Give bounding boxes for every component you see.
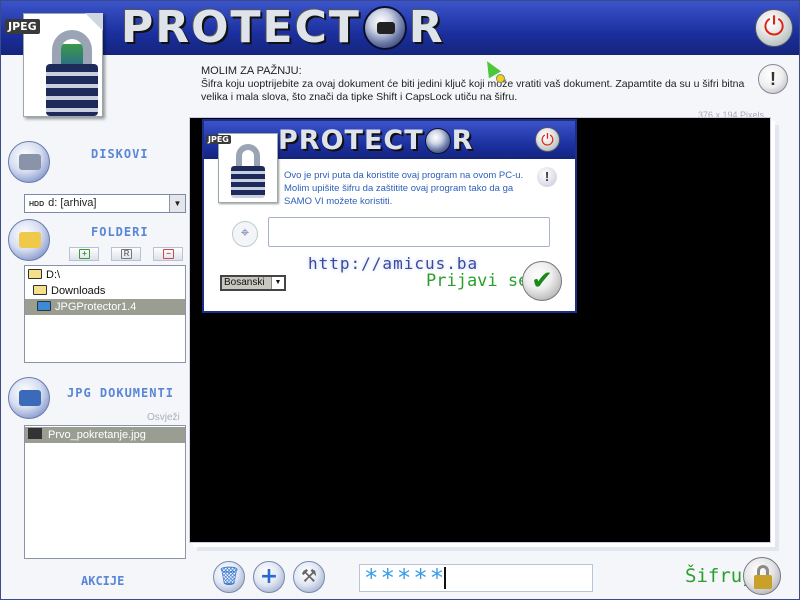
trash-icon[interactable]: 🗑 xyxy=(213,561,245,593)
dialog-power-button[interactable]: ⏻ xyxy=(535,127,560,152)
jpg-documents-label: JPG DOKUMENTI xyxy=(67,386,174,400)
chevron-down-icon[interactable]: ▼ xyxy=(271,277,284,289)
folder-open-icon xyxy=(37,301,51,311)
add-folder-icon: + xyxy=(79,249,90,259)
rename-folder-icon: R xyxy=(121,249,132,259)
chevron-down-icon[interactable]: ▼ xyxy=(169,195,185,212)
folders-label: FOLDERI xyxy=(91,225,149,239)
app-icon: JPEG xyxy=(5,5,109,121)
file-icon xyxy=(28,428,42,439)
rename-folder-button[interactable]: R xyxy=(111,247,141,261)
disk-icon xyxy=(8,141,50,183)
jpeg-badge: JPEG xyxy=(5,19,40,34)
busy-indicator-icon xyxy=(496,74,505,83)
text-caret xyxy=(444,567,447,589)
disks-label: DISKOVI xyxy=(91,147,149,161)
folder-icon xyxy=(33,285,47,295)
dialog-logo: PROTECT R xyxy=(278,125,474,156)
login-label[interactable]: Prijavi se xyxy=(426,271,528,291)
key-icon xyxy=(232,221,258,247)
tree-item-jpgprotector[interactable]: JPGProtector1.4 xyxy=(25,299,185,315)
refresh-link[interactable]: Osvježi xyxy=(147,412,180,423)
notice-text: Šifra koju uoptrijebite za ovaj dokument… xyxy=(201,78,745,103)
delete-folder-icon: − xyxy=(163,249,174,259)
power-button[interactable] xyxy=(755,9,793,47)
check-icon[interactable] xyxy=(522,261,562,301)
language-select[interactable]: Bosanski ▼ xyxy=(220,275,286,291)
hdd-icon: HDD xyxy=(29,201,45,208)
warning-icon: ! xyxy=(537,167,557,187)
drive-select[interactable]: HDD d: [arhiva] ▼ xyxy=(24,194,186,213)
folder-icon xyxy=(28,269,42,279)
file-list[interactable]: Prvo_pokretanje.jpg xyxy=(24,425,186,559)
tree-item-root[interactable]: D:\ xyxy=(28,267,60,283)
logo-text-left: PROTECT xyxy=(121,2,361,53)
tree-item-downloads[interactable]: Downloads xyxy=(33,283,105,299)
folder-icon xyxy=(8,219,50,261)
new-folder-button[interactable]: + xyxy=(69,247,99,261)
notice-title: MOLIM ZA PAŽNJU: xyxy=(201,65,302,77)
plus-icon[interactable]: + xyxy=(253,561,285,593)
drive-value: d: [arhiva] xyxy=(48,197,97,209)
lock-icon xyxy=(46,64,98,116)
warning-icon: ! xyxy=(758,64,788,94)
header-bar: PROTECT R xyxy=(1,1,799,55)
logo-text-right: R xyxy=(408,2,445,53)
jpeg-badge: JPEG xyxy=(206,135,231,144)
dialog-password-input[interactable] xyxy=(268,217,550,247)
lock-icon xyxy=(231,166,265,198)
dialog-message: Ovo je prvi puta da koristite ovaj progr… xyxy=(284,170,524,207)
lock-icon xyxy=(754,575,772,589)
encrypt-button[interactable] xyxy=(743,557,781,595)
camera-lens-icon xyxy=(362,6,407,50)
password-input[interactable]: ***** xyxy=(359,564,593,592)
folder-tree[interactable]: D:\ Downloads JPGProtector1.4 xyxy=(24,265,186,363)
tools-icon[interactable]: ⚒ xyxy=(293,561,325,593)
camera-lens-icon xyxy=(424,128,451,154)
login-dialog: PROTECT R ⏻ JPEG Ovo je prvi puta da kori… xyxy=(202,119,577,313)
app-window: PROTECT R JPEG MOLIM ZA PAŽNJU: Šifra koj… xyxy=(0,0,800,600)
delete-folder-button[interactable]: − xyxy=(153,247,183,261)
photos-icon xyxy=(8,377,50,419)
app-logo: PROTECT R xyxy=(121,5,445,51)
file-item[interactable]: Prvo_pokretanje.jpg xyxy=(25,427,185,443)
actions-label: AKCIJE xyxy=(81,574,125,588)
